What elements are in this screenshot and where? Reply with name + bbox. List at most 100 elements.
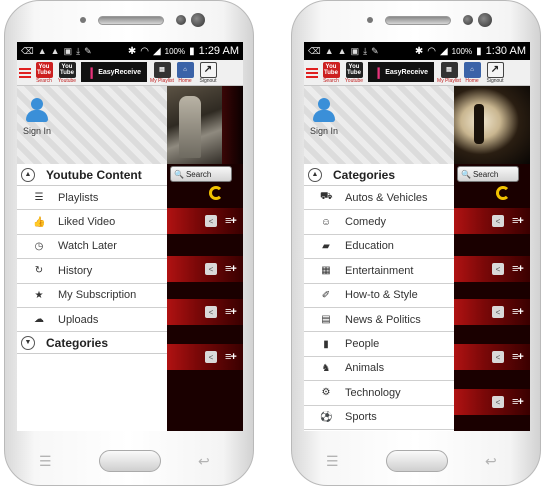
category-comedy[interactable]: ☺ Comedy (304, 210, 454, 235)
section-title: Categories (333, 167, 396, 182)
menu-key-icon[interactable]: ☰ (39, 453, 52, 470)
hardware-home-button[interactable] (386, 450, 448, 472)
youtube-button[interactable]: You Tube Youtube (344, 62, 364, 85)
video-row[interactable]: < ≡+ (454, 299, 530, 325)
earpiece-speaker (385, 16, 451, 25)
video-row[interactable]: < ≡+ (167, 208, 243, 234)
notification-icons: ⌫ ▲ ▲ ▣ ⤓ ✎ (308, 46, 379, 57)
drawer-item-liked-video[interactable]: 👍 Liked Video (17, 210, 167, 235)
section-categories[interactable]: ▲ Categories (304, 164, 454, 186)
video-row[interactable]: < ≡+ (167, 344, 243, 370)
share-icon[interactable]: < (492, 306, 504, 318)
share-icon[interactable]: < (492, 351, 504, 363)
my-playlist-button[interactable]: ▤ My Playlist (150, 62, 174, 85)
category-sports[interactable]: ⚽ Sports (304, 405, 454, 430)
brand-mark-icon: ❙ (373, 66, 384, 79)
collapse-chevron-icon: ▲ (21, 167, 35, 182)
category-how-to-style[interactable]: ✐ How-to & Style (304, 283, 454, 308)
add-to-playlist-icon[interactable]: ≡+ (512, 396, 526, 408)
category-news-politics[interactable]: ▤ News & Politics (304, 307, 454, 333)
category-label: News & Politics (345, 313, 421, 326)
search-button-label: Search (472, 169, 499, 179)
drawer-item-uploads[interactable]: ☁ Uploads (17, 307, 167, 333)
add-to-playlist-icon[interactable]: ≡+ (225, 306, 239, 318)
category-animals[interactable]: ♞ Animals (304, 356, 454, 382)
youtube-button[interactable]: You Tube Youtube (57, 62, 77, 85)
drawer-item-watch-later[interactable]: ◷ Watch Later (17, 234, 167, 260)
category-people[interactable]: ▮ People (304, 332, 454, 357)
share-icon[interactable]: < (492, 396, 504, 408)
category-education[interactable]: ▰ Education (304, 234, 454, 260)
wifi-icon: ◠ (427, 45, 436, 57)
video-thumbnail[interactable] (167, 86, 243, 164)
search-button[interactable]: 🔍 Search (170, 166, 232, 182)
status-bar: ⌫ ▲ ▲ ▣ ⤓ ✎ ✱ ◠ ◢ 100% ▮ 1:29 AM (17, 42, 243, 60)
search-icon: 🔍 (174, 169, 184, 179)
share-icon[interactable]: < (205, 306, 217, 318)
signout-label: Signout (199, 78, 217, 84)
menu-key-icon[interactable]: ☰ (326, 453, 339, 470)
home-button[interactable]: ⌂ Home (462, 62, 482, 85)
home-button[interactable]: ⌂ Home (175, 62, 195, 85)
share-icon[interactable]: < (205, 215, 217, 227)
avatar-icon[interactable] (313, 98, 335, 122)
category-entertainment[interactable]: ▦ Entertainment (304, 259, 454, 284)
video-row[interactable]: < ≡+ (167, 256, 243, 282)
sign-in-link[interactable]: Sign In (23, 126, 51, 136)
app-header: You Tube Search You Tube Youtube ❙ EasyR… (304, 60, 530, 86)
video-row[interactable]: < ≡+ (454, 344, 530, 370)
hamburger-menu-icon[interactable] (306, 68, 318, 78)
earpiece-speaker (98, 16, 164, 25)
phone-frame-left: ⌫ ▲ ▲ ▣ ⤓ ✎ ✱ ◠ ◢ 100% ▮ 1:29 AM You Tub… (4, 0, 254, 486)
add-to-playlist-icon[interactable]: ≡+ (512, 215, 526, 227)
signout-label: Signout (486, 78, 504, 84)
video-row[interactable]: < ≡+ (167, 299, 243, 325)
hardware-home-button[interactable] (99, 450, 161, 472)
hamburger-menu-icon[interactable] (19, 68, 31, 78)
brand-mark-icon: ❙ (86, 66, 97, 79)
video-row[interactable]: < ≡+ (454, 208, 530, 234)
video-thumbnail[interactable] (454, 86, 530, 164)
share-icon[interactable]: < (205, 351, 217, 363)
brand-name: EasyReceive (385, 68, 429, 76)
my-playlist-button[interactable]: ▤ My Playlist (437, 62, 461, 85)
search-youtube-button[interactable]: You Tube Search (34, 62, 54, 85)
add-to-playlist-icon[interactable]: ≡+ (225, 215, 239, 227)
drawer-item-playlists[interactable]: ☰ Playlists (17, 186, 167, 211)
search-youtube-button[interactable]: You Tube Search (321, 62, 341, 85)
refresh-icon[interactable] (209, 186, 223, 200)
profile-header: Sign In (304, 86, 454, 164)
refresh-icon[interactable] (496, 186, 510, 200)
drawer-item-label: History (58, 264, 93, 277)
category-autos-vehicles[interactable]: ⛟ Autos & Vehicles (304, 186, 454, 211)
share-icon[interactable]: < (492, 263, 504, 275)
search-button[interactable]: 🔍 Search (457, 166, 519, 182)
add-to-playlist-icon[interactable]: ≡+ (512, 306, 526, 318)
clock: 1:29 AM (198, 45, 239, 57)
add-to-playlist-icon[interactable]: ≡+ (225, 263, 239, 275)
add-to-playlist-icon[interactable]: ≡+ (225, 351, 239, 363)
add-to-playlist-icon[interactable]: ≡+ (512, 351, 526, 363)
back-key-icon[interactable]: ↩ (485, 453, 497, 470)
navigation-drawer: Sign In ▲ Categories ⛟ Autos & Vehicles … (304, 86, 454, 431)
drawer-item-history[interactable]: ↻ History (17, 259, 167, 284)
video-row[interactable]: < ≡+ (454, 389, 530, 415)
phone-frame-right: ⌫ ▲ ▲ ▣ ⤓ ✎ ✱ ◠ ◢ 100% ▮ 1:30 AM You Tub… (291, 0, 541, 486)
category-technology[interactable]: ⚙ Technology (304, 381, 454, 406)
signout-button[interactable]: ↗ Signout (485, 62, 505, 85)
video-row[interactable]: < ≡+ (454, 256, 530, 282)
my-playlist-label: My Playlist (150, 78, 174, 84)
section-categories[interactable]: ▼ Categories (17, 332, 167, 355)
add-to-playlist-icon[interactable]: ≡+ (512, 263, 526, 275)
signout-button[interactable]: ↗ Signout (198, 62, 218, 85)
section-youtube-content[interactable]: ▲ Youtube Content (17, 164, 167, 186)
back-key-icon[interactable]: ↩ (198, 453, 210, 470)
avatar-icon[interactable] (26, 98, 48, 122)
drawer-item-my-subscription[interactable]: ★ My Subscription (17, 283, 167, 308)
sign-in-link[interactable]: Sign In (310, 126, 338, 136)
share-icon[interactable]: < (492, 215, 504, 227)
sensor (80, 17, 86, 23)
dog-icon: ♞ (321, 362, 331, 374)
pen-icon: ✎ (371, 45, 379, 56)
share-icon[interactable]: < (205, 263, 217, 275)
